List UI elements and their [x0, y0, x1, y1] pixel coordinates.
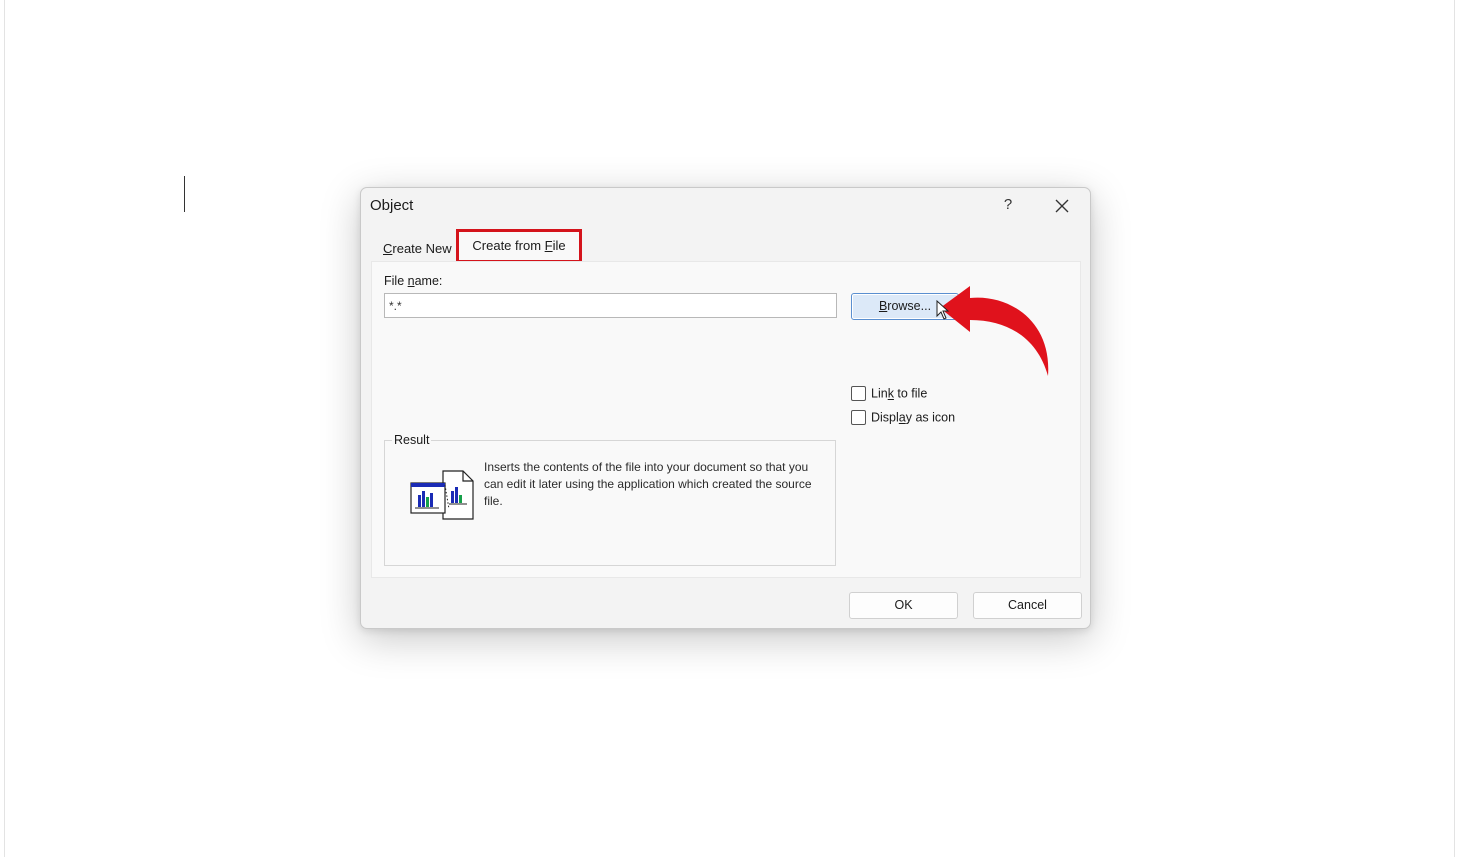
text-caret: [184, 176, 185, 212]
cancel-button[interactable]: Cancel: [973, 592, 1082, 619]
file-name-input[interactable]: [384, 293, 837, 318]
link-to-file-label: Link to file: [871, 386, 928, 401]
help-button[interactable]: ?: [997, 194, 1019, 216]
display-as-icon-checkbox[interactable]: [851, 410, 866, 426]
result-group: Inserts the contents of the file into yo…: [384, 440, 836, 566]
tab-create-new[interactable]: Create New: [383, 241, 452, 256]
file-name-label: File name:: [384, 274, 443, 288]
dialog-title: Object: [370, 197, 414, 214]
display-as-icon-option[interactable]: Display as icon: [851, 410, 955, 428]
result-label: Result: [392, 433, 432, 447]
tab-create-from-file[interactable]: Create from File: [456, 229, 582, 263]
ok-button[interactable]: OK: [849, 592, 958, 619]
curved-red-arrow-icon: [940, 286, 1049, 376]
mouse-pointer-icon: [936, 300, 950, 320]
link-to-file-checkbox[interactable]: [851, 386, 866, 402]
display-as-icon-label: Display as icon: [871, 410, 956, 425]
object-dialog: Object ? Create New Create from File Fil…: [360, 187, 1091, 629]
link-to-file-option[interactable]: Link to file: [851, 386, 927, 404]
close-icon: [1055, 199, 1069, 213]
embedded-chart-file-icon: [410, 470, 474, 520]
close-button[interactable]: [1051, 195, 1073, 217]
result-description: Inserts the contents of the file into yo…: [484, 460, 812, 508]
